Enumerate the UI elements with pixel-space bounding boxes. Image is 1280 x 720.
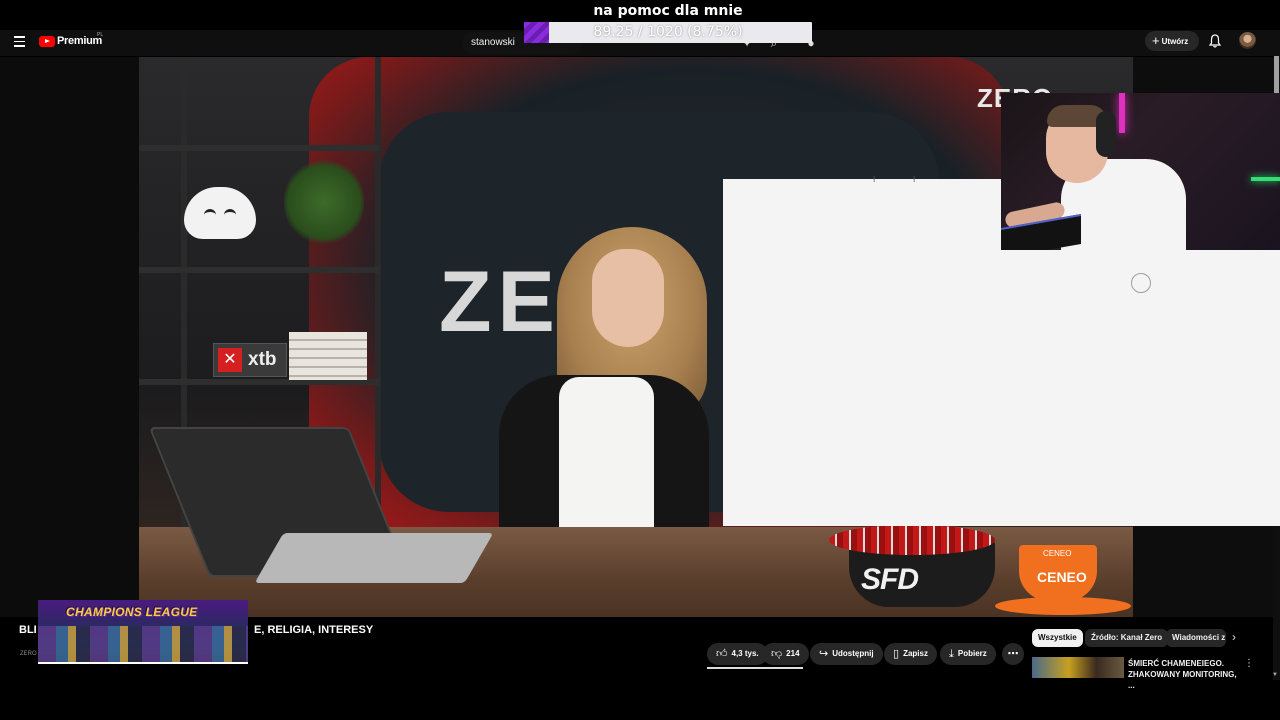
share-label: Udostępnij <box>832 649 874 658</box>
loading-spinner-icon <box>1131 273 1151 293</box>
video-title-start: BLI <box>19 624 37 636</box>
recommended-video-thumbnail[interactable] <box>1032 657 1124 678</box>
like-count: 4,3 tys. <box>731 649 759 658</box>
dislike-count: 214 <box>786 649 800 658</box>
chip-news[interactable]: Wiadomości z <box>1166 629 1226 647</box>
save-label: Zapisz <box>903 649 928 658</box>
avatar[interactable] <box>1239 32 1256 49</box>
youtube-premium-label[interactable]: Premium <box>57 35 102 47</box>
shelf-post <box>375 57 381 527</box>
share-icon: ↪ <box>819 648 829 660</box>
dislike-button[interactable]: 👎︎ 214 <box>762 643 809 665</box>
search-value: stanowski <box>471 37 515 48</box>
bookmark-icon: ▯ <box>893 648 900 660</box>
scroll-down-icon[interactable]: ▼ <box>1272 672 1278 678</box>
like-ratio-bar <box>707 667 803 669</box>
presenter-face <box>592 249 664 347</box>
menu-icon[interactable] <box>14 36 25 47</box>
candy <box>829 525 995 555</box>
like-button[interactable]: 👍︎ 4,3 tys. <box>707 643 768 665</box>
laptop-base <box>254 533 494 583</box>
champions-league-overlay: CHAMPIONS LEAGUE <box>38 600 248 664</box>
stream-goal-bar: 89.25 / 1020 (8.75%) <box>524 22 812 43</box>
xtb-logo: xtb <box>213 343 287 377</box>
notifications-bell-icon[interactable] <box>1209 34 1221 48</box>
save-button[interactable]: ▯ Zapisz <box>884 643 937 665</box>
text-cursor-icon: I <box>913 175 916 184</box>
kebab-menu-icon[interactable]: ⋮ <box>1244 658 1254 669</box>
share-button[interactable]: ↪ Udostępnij <box>810 643 883 665</box>
recommended-video-title[interactable]: ŚMIERĆ CHAMENEIEGO. ZHAKOWANY MONITORING… <box>1128 658 1240 691</box>
shelf <box>139 267 379 273</box>
robot-figure <box>184 187 256 239</box>
chip-source-kanal-zero[interactable]: Źródło: Kanał Zero <box>1085 629 1169 647</box>
text-cursor-icon: I <box>873 175 876 184</box>
mug-brand-small: CENEO <box>1043 549 1072 558</box>
headset-icon <box>1096 111 1116 157</box>
stream-goal-title: na pomoc dla mnie <box>593 3 743 19</box>
region-code: PL <box>97 32 104 38</box>
download-button[interactable]: ⤓ Pobierz <box>940 643 996 665</box>
download-icon: ⤓ <box>949 648 954 660</box>
webcam-overlay <box>1001 93 1280 250</box>
chip-all[interactable]: Wszystkie <box>1032 629 1083 647</box>
shelf <box>139 145 379 151</box>
video-left-background <box>0 57 139 617</box>
green-light <box>1251 177 1280 181</box>
create-button[interactable]: + Utwórz <box>1145 31 1199 51</box>
more-actions-icon[interactable]: ⋯ <box>1002 643 1024 665</box>
youtube-logo-icon[interactable] <box>39 36 55 47</box>
channel-logo[interactable]: ZERO <box>20 651 37 657</box>
presenter-shirt <box>559 377 654 527</box>
champions-league-text: CHAMPIONS LEAGUE <box>66 605 198 619</box>
video-title-end: E, RELIGIA, INTERESY <box>254 624 374 636</box>
thumbs-down-icon: 👎︎ <box>771 648 783 660</box>
bowl-logo: SFD <box>861 563 919 596</box>
pink-light <box>1119 93 1125 133</box>
champions-league-stage <box>38 626 248 662</box>
thumbs-up-icon: 👍︎ <box>716 648 728 660</box>
plant <box>284 157 364 247</box>
video-title: BLI E, RELIGIA, INTERESY <box>19 624 373 636</box>
chevron-right-icon[interactable]: › <box>1232 630 1236 644</box>
create-label: Utwórz <box>1161 37 1189 46</box>
download-label: Pobierz <box>957 649 987 658</box>
mug-brand: CENEO <box>1037 569 1087 585</box>
plus-icon: + <box>1152 33 1160 48</box>
books <box>289 332 367 380</box>
stream-goal-progress: 89.25 / 1020 (8.75%) <box>593 24 743 40</box>
